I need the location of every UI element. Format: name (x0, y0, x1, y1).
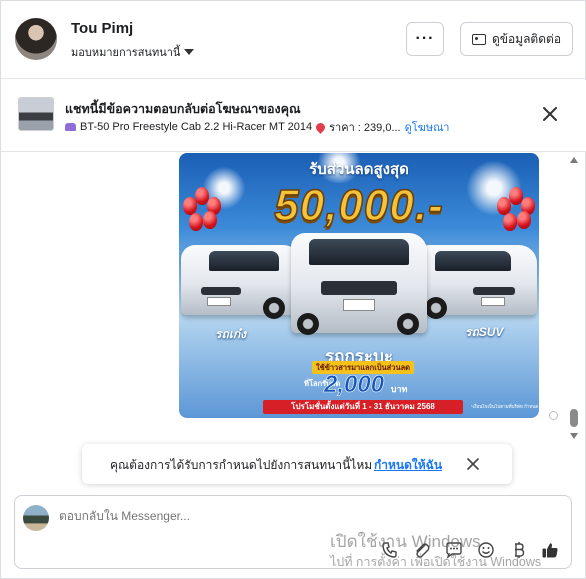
promo-amount-2-value: 2,000 (324, 371, 385, 399)
ad-car-text: BT-50 Pro Freestyle Cab 2.2 Hi-Racer MT … (80, 121, 313, 133)
ad-reply-banner: แชทนี้มีข้อความตอบกลับต่อโฆษณาของคุณ BT-… (1, 80, 586, 152)
ad-banner-title: แชทนี้มีข้อความตอบกลับต่อโฆษณาของคุณ (65, 102, 301, 116)
chat-bubble-icon[interactable] (445, 541, 463, 559)
view-contact-info-button[interactable]: ดูข้อมูลติดต่อ (460, 22, 573, 56)
close-icon[interactable] (541, 105, 559, 123)
promo-date: โปรโมชั่นตั้งแต่วันที่ 1 - 31 ธันวาคม 25… (263, 400, 463, 414)
conversation-header: Tou Pimj มอบหมายการสนทนานี้ ··· ดูข้อมูล… (1, 1, 586, 79)
suv-car-image (415, 245, 537, 319)
car-icon (65, 123, 76, 131)
reply-composer (14, 495, 572, 569)
ad-thumbnail[interactable] (18, 97, 54, 131)
suv-label: รถSUV (465, 325, 504, 339)
page-avatar (23, 505, 49, 531)
contact-card-icon (471, 33, 486, 45)
promo-amount-2-unit: บาท (390, 384, 408, 394)
promo-headline: รับส่วนลดสูงสุด (309, 161, 409, 178)
more-label: ··· (415, 30, 435, 47)
promo-amount: 50,000.- (274, 180, 444, 231)
ad-price-text: ราคา : 239,0... (329, 122, 401, 134)
reply-input[interactable] (59, 509, 459, 523)
scroll-down-arrow[interactable] (570, 433, 578, 439)
scroll-thumb[interactable] (570, 409, 578, 427)
assign-prompt-toast: คุณต้องการได้รับการกำหนดไปยังการสนทนานี้… (82, 444, 512, 484)
contact-info-label: ดูข้อมูลติดต่อ (491, 31, 562, 46)
assign-prompt-text: คุณต้องการได้รับการกำหนดไปยังการสนทนานี้… (110, 458, 373, 472)
assign-label: มอบหมายการสนทนานี้ (71, 47, 181, 59)
sedan-car-image (181, 245, 301, 319)
ad-details: BT-50 Pro Freestyle Cab 2.2 Hi-Racer MT … (65, 118, 449, 136)
contact-avatar[interactable] (15, 18, 57, 60)
chevron-down-icon (184, 49, 195, 55)
message-thread: รับส่วนลดสูงสุด 50,000.- รถเก๋ง รถSUV รถ… (1, 153, 586, 493)
pickup-truck-image (291, 233, 427, 335)
pushpin-icon (314, 120, 327, 134)
contact-name[interactable]: Tou Pimj (71, 20, 133, 37)
assign-conversation-dropdown[interactable]: มอบหมายการสนทนานี้ (71, 43, 195, 61)
sedan-label: รถเก๋ง (215, 327, 246, 341)
messenger-conversation-panel: Tou Pimj มอบหมายการสนทนานี้ ··· ดูข้อมูล… (0, 0, 586, 579)
more-options-button[interactable]: ··· (406, 22, 444, 56)
promo-image-message[interactable]: รับส่วนลดสูงสุด 50,000.- รถเก๋ง รถSUV รถ… (179, 153, 539, 418)
phone-icon[interactable] (381, 541, 399, 559)
emoji-icon[interactable] (477, 541, 495, 559)
promo-amount-2: 2,000 บาท (324, 371, 408, 399)
close-icon[interactable] (466, 457, 480, 471)
currency-baht-icon[interactable] (509, 541, 527, 559)
scroll-up-arrow[interactable] (570, 157, 578, 163)
message-status-indicator (549, 411, 558, 420)
assign-to-me-link[interactable]: กำหนดให้ฉัน (374, 456, 442, 475)
thread-scrollbar[interactable] (567, 153, 581, 443)
attach-icon[interactable] (413, 541, 431, 559)
view-ad-link[interactable]: ดูโฆษณา (405, 118, 450, 136)
promo-fine-print: *เงื่อนไขเป็นไปตามที่บริษัท กำหนด (471, 404, 539, 409)
thumbs-up-icon[interactable] (541, 541, 559, 559)
